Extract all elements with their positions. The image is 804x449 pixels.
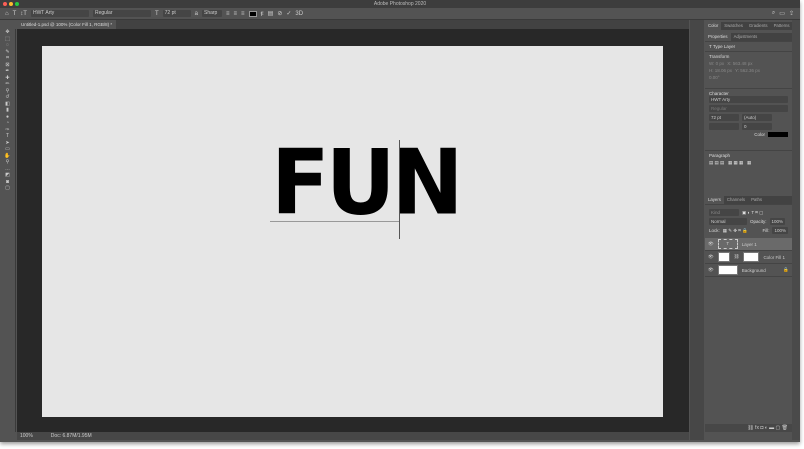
height-field[interactable]: H: 18.06 px bbox=[709, 68, 732, 73]
tab-patterns[interactable]: Patterns bbox=[771, 22, 793, 30]
layer-name[interactable]: Layer 1 bbox=[742, 242, 757, 247]
antialias-icon: a bbox=[194, 10, 198, 17]
mask-thumbnail bbox=[743, 252, 760, 262]
character-panel-icon[interactable]: ▤ bbox=[268, 10, 274, 17]
align-right-icon[interactable]: ≡ bbox=[241, 11, 245, 17]
tab-paths[interactable]: Paths bbox=[748, 196, 765, 204]
tracking-field[interactable]: 0 bbox=[742, 123, 772, 130]
link-icon: ⛓ bbox=[733, 254, 740, 259]
character-style-select[interactable]: Regular bbox=[709, 105, 788, 112]
layers-footer-buttons[interactable]: ⛓ fx ◘ ◐ ▬ ▢ 🗑 bbox=[705, 424, 792, 432]
tab-color[interactable]: Color bbox=[705, 22, 722, 30]
kerning-field[interactable] bbox=[709, 123, 739, 130]
layers-panel: Layers Channels Paths Kind ▣ ◐ T ⌗ ▢ Normal… bbox=[705, 196, 792, 432]
text-cursor bbox=[399, 140, 400, 239]
align-center-icon[interactable]: ≡ bbox=[234, 11, 238, 17]
font-size-icon: T bbox=[154, 10, 159, 17]
commit-icon[interactable]: ✓ bbox=[286, 10, 291, 17]
visibility-eye-icon[interactable]: 👁 bbox=[708, 267, 714, 273]
toolbar: ✥ ⬚ ◌ ✎ ⌗ ⊠ ✒ ✚ ✏ ⚲ ↺ ◧ ▮ ● ◔ ✑ T ➤ ▭ ✋ ⚲… ◩ ◙ ▢ bbox=[0, 29, 16, 432]
visibility-eye-icon[interactable]: 👁 bbox=[708, 254, 714, 260]
layer-filter-kind[interactable]: Kind bbox=[709, 209, 739, 216]
3d-icon[interactable]: 3D bbox=[295, 11, 303, 17]
angle-field[interactable]: 0.00° bbox=[709, 75, 720, 80]
tab-adjustments[interactable]: Adjustments bbox=[731, 33, 761, 41]
opacity-field[interactable]: 100% bbox=[769, 218, 786, 225]
leading-field[interactable]: (Auto) bbox=[742, 114, 772, 121]
document-tabs: Untitled-1.psd @ 100% (Color Fill 1, RGB… bbox=[17, 20, 689, 29]
paragraph-heading[interactable]: Paragraph bbox=[709, 153, 788, 158]
layer-row[interactable]: 👁 T Layer 1 bbox=[705, 238, 792, 251]
text-color-swatch[interactable] bbox=[248, 10, 257, 17]
background-thumbnail bbox=[717, 265, 738, 275]
minimize-button[interactable] bbox=[9, 2, 13, 6]
y-field[interactable]: Y: 562.36 px bbox=[735, 68, 760, 73]
layer-row[interactable]: 👁 Background 🔒 bbox=[705, 264, 792, 277]
warp-text-icon[interactable]: Ꞙ bbox=[261, 10, 264, 18]
align-left-icon[interactable]: ≡ bbox=[226, 11, 230, 17]
panel-scrollbar[interactable] bbox=[792, 20, 800, 440]
close-button[interactable] bbox=[3, 2, 7, 6]
panel-icon-strip bbox=[690, 20, 704, 440]
properties-panel: Properties Adjustments T Type Layer Trans… bbox=[705, 33, 792, 188]
fill-thumbnail bbox=[717, 252, 730, 262]
antialias-select[interactable]: Sharp bbox=[201, 10, 222, 17]
paragraph-align-buttons[interactable]: ▤ ▤ ▤ ▦ ▦ ▦ ▦ bbox=[709, 160, 788, 166]
app-title: Adobe Photoshop 2020 bbox=[373, 1, 427, 7]
layer-name[interactable]: Color Fill 1 bbox=[763, 255, 785, 260]
tab-properties[interactable]: Properties bbox=[705, 33, 731, 41]
zoom-button[interactable] bbox=[15, 2, 19, 6]
character-font-select[interactable]: HWT Arty bbox=[709, 96, 788, 103]
color-label: Color bbox=[754, 132, 765, 137]
search-icon[interactable]: ⌕ bbox=[772, 10, 775, 17]
layer-name[interactable]: Background bbox=[742, 268, 766, 273]
color-panel: Color Swatches Gradients Patterns bbox=[705, 22, 792, 32]
lock-label: Lock: bbox=[709, 228, 720, 233]
zoom-level[interactable]: 100% bbox=[20, 432, 33, 440]
document-canvas[interactable]: FUN bbox=[42, 46, 663, 417]
share-icon[interactable]: ⇪ bbox=[789, 10, 794, 17]
tab-channels[interactable]: Channels bbox=[724, 196, 748, 204]
status-bar: 100% Doc: 6.87M/1.95M bbox=[17, 432, 689, 440]
layer-row[interactable]: 👁 ⛓ Color Fill 1 bbox=[705, 251, 792, 264]
opacity-label: Opacity: bbox=[750, 219, 767, 224]
character-size-field[interactable]: 72 pt bbox=[709, 114, 739, 121]
x-field[interactable]: X: 563.48 px bbox=[727, 61, 752, 66]
orientation-icon[interactable]: ↕T bbox=[20, 11, 27, 17]
photoshop-window: Adobe Photoshop 2020 ⌂ T ↕T HWT Arty Reg… bbox=[0, 0, 800, 442]
blend-mode-select[interactable]: Normal bbox=[709, 218, 747, 225]
document-tab[interactable]: Untitled-1.psd @ 100% (Color Fill 1, RGB… bbox=[17, 20, 117, 29]
canvas-area: FUN bbox=[17, 29, 689, 432]
workspace-icon[interactable]: ▭ bbox=[779, 10, 785, 17]
tab-swatches[interactable]: Swatches bbox=[721, 22, 746, 30]
home-icon[interactable]: ⌂ bbox=[5, 11, 9, 17]
options-bar: ⌂ T ↕T HWT Arty Regular T 72 pt a Sharp … bbox=[0, 8, 800, 20]
type-layer-text[interactable]: FUN bbox=[271, 138, 464, 228]
font-family-select[interactable]: HWT Arty bbox=[30, 10, 89, 17]
font-style-select[interactable]: Regular bbox=[92, 10, 151, 17]
width-field[interactable]: W: 0 px bbox=[709, 61, 724, 66]
lock-icon: 🔒 bbox=[783, 267, 789, 272]
character-color-swatch[interactable] bbox=[768, 132, 788, 137]
title-bar: Adobe Photoshop 2020 bbox=[0, 0, 800, 8]
tab-gradients[interactable]: Gradients bbox=[746, 22, 771, 30]
fill-field[interactable]: 100% bbox=[772, 227, 788, 234]
font-size-select[interactable]: 72 pt bbox=[162, 10, 191, 17]
fill-label: Fill: bbox=[762, 228, 770, 233]
visibility-eye-icon[interactable]: 👁 bbox=[708, 241, 714, 247]
cancel-icon[interactable]: ⊘ bbox=[277, 10, 282, 17]
doc-size: Doc: 6.87M/1.95M bbox=[50, 433, 92, 439]
tab-layers[interactable]: Layers bbox=[705, 196, 724, 204]
screen-mode-icon[interactable]: ▢ bbox=[0, 185, 15, 192]
type-tool-icon[interactable]: T bbox=[13, 11, 17, 17]
text-baseline bbox=[270, 221, 400, 222]
type-layer-label: Type Layer bbox=[712, 44, 736, 49]
lock-icons[interactable]: ▦ ✎ ✥ ⌗ 🔒 bbox=[723, 228, 748, 234]
transform-heading[interactable]: Transform bbox=[709, 54, 788, 59]
type-thumbnail-icon: T bbox=[717, 239, 738, 249]
filter-icons[interactable]: ▣ ◐ T ⌗ ▢ bbox=[742, 210, 763, 216]
